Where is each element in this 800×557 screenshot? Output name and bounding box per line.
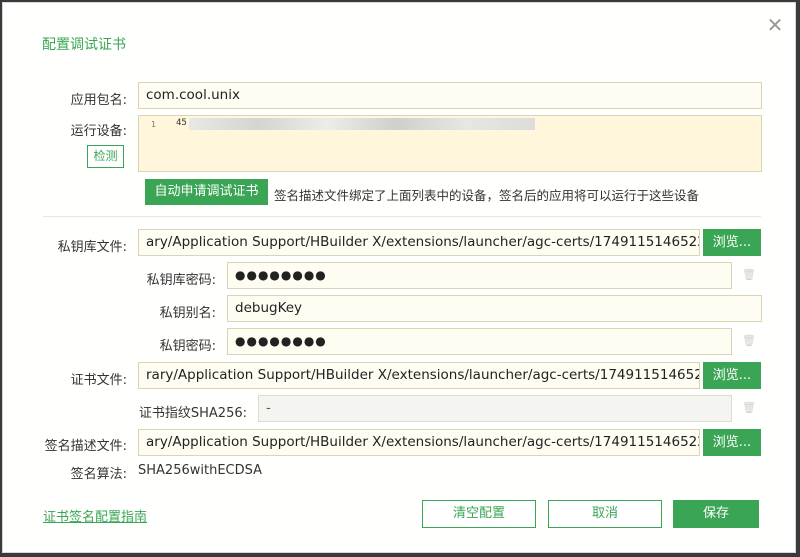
cancel-button[interactable]: 取消 [548, 500, 662, 528]
algorithm-value: SHA256withECDSA [138, 463, 263, 478]
algorithm-label: 签名算法: [70, 467, 127, 482]
cert-browse-button[interactable]: 浏览... [703, 362, 761, 389]
trash-icon[interactable]: 🗑 [742, 335, 756, 347]
key-alias-label: 私钥别名: [159, 306, 216, 321]
divider [43, 216, 761, 217]
keystore-browse-button[interactable]: 浏览... [703, 229, 761, 256]
device-label: 运行设备: [70, 124, 127, 139]
keystore-path-input[interactable]: ary/Application Support/HBuilder X/exten… [138, 229, 700, 256]
fingerprint-label: 证书指纹SHA256: [138, 406, 247, 421]
cert-path-input[interactable]: rary/Application Support/HBuilder X/exte… [138, 362, 700, 389]
key-password-label: 私钥密码: [159, 339, 216, 354]
package-name-label: 应用包名: [70, 93, 127, 108]
cert-file-label: 证书文件: [70, 373, 127, 388]
device-list-editor[interactable]: 1 45 [138, 115, 762, 172]
auto-apply-cert-button[interactable]: 自动申请调试证书 [145, 179, 268, 205]
device-id-redacted [189, 118, 535, 130]
device-id-prefix: 45 [176, 118, 187, 128]
fingerprint-field: - [258, 395, 732, 422]
key-password-input[interactable]: ●●●●●●●● [227, 328, 732, 355]
profile-path-input[interactable]: ary/Application Support/HBuilder X/exten… [138, 429, 700, 456]
clear-config-button[interactable]: 清空配置 [422, 500, 536, 528]
detect-button[interactable]: 检测 [87, 145, 124, 168]
auto-apply-hint: 签名描述文件绑定了上面列表中的设备，签名后的应用将可以运行于这些设备 [274, 188, 700, 203]
key-alias-input[interactable]: debugKey [227, 295, 762, 322]
close-icon[interactable]: ✕ [765, 15, 785, 35]
keystore-label: 私钥库文件: [57, 240, 127, 255]
cert-guide-link[interactable]: 证书签名配置指南 [43, 506, 147, 525]
trash-icon[interactable]: 🗑 [742, 402, 756, 414]
profile-label: 签名描述文件: [44, 439, 127, 454]
line-number: 1 [151, 120, 156, 129]
trash-icon[interactable]: 🗑 [742, 269, 756, 281]
config-debug-cert-dialog: 配置调试证书 ✕ 应用包名: com.cool.unix 运行设备: 检测 1 … [2, 2, 796, 553]
profile-browse-button[interactable]: 浏览... [703, 429, 761, 456]
dialog-title: 配置调试证书 [42, 37, 126, 53]
keystore-password-input[interactable]: ●●●●●●●● [227, 262, 732, 289]
package-name-input[interactable]: com.cool.unix [138, 82, 762, 109]
save-button[interactable]: 保存 [673, 500, 759, 528]
keystore-password-label: 私钥库密码: [146, 273, 216, 288]
